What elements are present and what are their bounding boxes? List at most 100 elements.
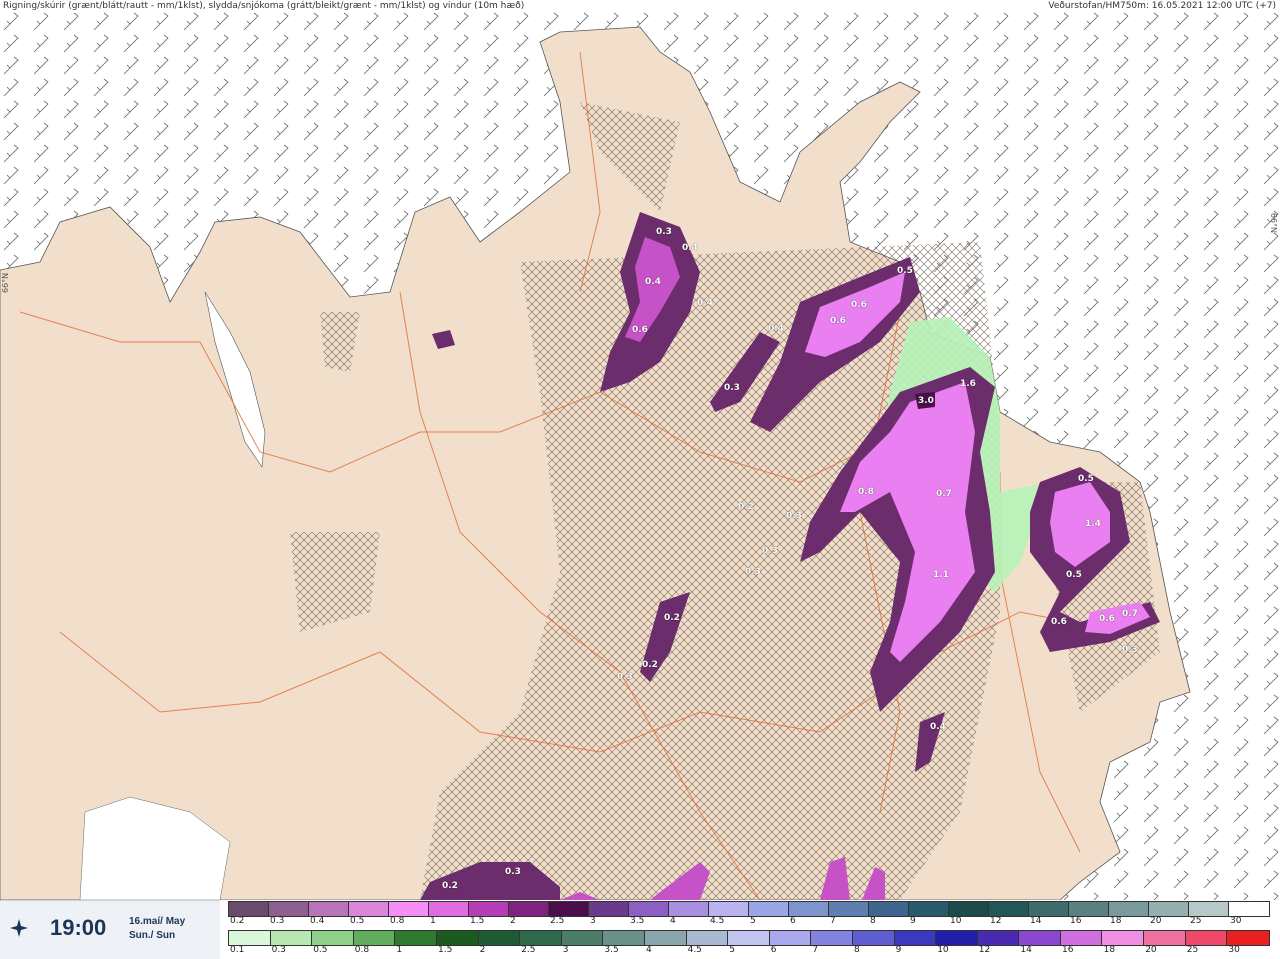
snow-scale-label: 4.5 [710, 916, 725, 926]
rain-scale-label: 12 [978, 945, 991, 955]
rain-scale-swatch [270, 931, 313, 945]
snow-scale-label: 16 [1070, 916, 1082, 926]
rain-scale-swatch [561, 931, 604, 945]
latitude-label-left: 66°N [1, 272, 10, 293]
value-label: 0.6 [1051, 617, 1067, 627]
value-label: 0.4 [645, 277, 661, 287]
value-label: 1.6 [960, 379, 976, 389]
rain-scale-label: 5 [729, 945, 735, 955]
snow-scale-label: 9 [910, 916, 916, 926]
snow-scale-label: 1 [430, 916, 436, 926]
rain-scale-label: 2.5 [521, 945, 536, 955]
rain-scale-label: 4.5 [687, 945, 702, 955]
snow-scale-label: 4 [670, 916, 676, 926]
value-label: 0.2 [664, 613, 680, 623]
rain-scale-swatch [1102, 931, 1145, 945]
rain-scale-swatch [1185, 931, 1228, 945]
snow-scale-label: 7 [830, 916, 836, 926]
snow-scale-label: 18 [1110, 916, 1122, 926]
snow-scale-swatch [909, 902, 949, 916]
value-label: 0.5 [1066, 570, 1082, 580]
rain-scale-swatch [977, 931, 1020, 945]
snow-scale-swatch [669, 902, 709, 916]
rain-scale-swatch [436, 931, 479, 945]
value-label: 0.7 [936, 489, 952, 499]
snow-scale-label: 30 [1230, 916, 1242, 926]
rain-scale-swatch [1019, 931, 1061, 945]
value-label: 0.4 [930, 722, 946, 732]
snow-scale-label: 12 [990, 916, 1002, 926]
forecast-date-line2: Sun./ Sun [129, 930, 176, 941]
rain-scale-swatch [520, 931, 562, 945]
snow-scale-swatch [789, 902, 829, 916]
map-title: Rigning/skúrir (grænt/blátt/rautt - mm/1… [3, 1, 525, 11]
snow-scale-swatch [269, 902, 309, 916]
snow-scale-label: 6 [790, 916, 796, 926]
value-label: 3.0 [918, 396, 934, 406]
snow-scale-label: 10 [950, 916, 962, 926]
snow-scale-swatch [869, 902, 909, 916]
rain-scale-label: 16 [1062, 945, 1074, 955]
forecast-date: 16.maí/ May Sun./ Sun [129, 915, 185, 943]
rain-scale-labels: 0.1 0.3 0.5 0.8 1 1.5 2 2.5 3 3.5 4 4.5 5 6 7 8 9 10 12 14 1… [228, 945, 1280, 957]
snow-scale-label: 5 [750, 916, 756, 926]
rain-scale-swatch [1060, 931, 1103, 945]
rain-scale-swatch [603, 931, 645, 945]
value-label: 0.6 [632, 325, 648, 335]
rain-scale-label: 9 [895, 945, 902, 955]
snow-scale-label: 25 [1190, 916, 1202, 926]
value-label: 0.4 [682, 243, 698, 253]
rain-scale-swatch [353, 931, 396, 945]
value-label: 0.3 [505, 867, 521, 877]
rain-scale-swatch [644, 931, 687, 945]
rain-scale-label: 0.8 [354, 945, 370, 955]
snow-scale-swatch [1149, 902, 1189, 916]
rain-scale-label: 7 [812, 945, 819, 955]
snow-scale-label: 0.8 [390, 916, 405, 926]
rain-scale-swatch [894, 931, 937, 945]
rain-scale-label: 3 [562, 945, 569, 955]
rain-scale-swatch [395, 931, 437, 945]
rain-scale-swatch [686, 931, 729, 945]
snow-scale-swatch [229, 902, 269, 916]
map-source-timestamp: Veðurstofan/HM750m: 16.05.2021 12:00 UTC… [1048, 1, 1276, 11]
snow-color-scale [228, 901, 1270, 917]
snow-scale-label: 3 [590, 916, 596, 926]
forecast-date-line1: 16.maí/ May [129, 916, 186, 927]
rain-scale-label: 18 [1103, 945, 1116, 955]
snow-scale-swatch [429, 902, 469, 916]
snow-scale-label: 2 [510, 916, 516, 926]
rain-color-scale [228, 930, 1270, 946]
snow-scale-swatch [1069, 902, 1109, 916]
value-label: 0.5 [1078, 474, 1094, 484]
snow-scale-swatch [549, 902, 589, 916]
snow-scale-label: 14 [1030, 916, 1042, 926]
snow-scale-swatch [469, 902, 509, 916]
wind-compass-icon [10, 919, 28, 937]
snow-scale-swatch [1189, 902, 1229, 916]
snow-scale-label: 1.5 [470, 916, 485, 926]
snow-scale-swatch [749, 902, 789, 916]
rain-scale-label: 10 [937, 945, 949, 955]
rain-scale-label: 8 [854, 945, 860, 955]
snow-scale-swatch [1229, 902, 1269, 916]
weather-map[interactable] [0, 12, 1280, 900]
value-label: 0.4 [768, 324, 784, 334]
value-label: 0.3 [1122, 645, 1138, 655]
snow-scale-swatch [389, 902, 429, 916]
value-label: 0.2 [442, 881, 458, 891]
rain-scale-label: 1.5 [438, 945, 453, 955]
rain-scale-label: 0.1 [230, 945, 245, 955]
snow-scale-swatch [709, 902, 749, 916]
value-label: 0.3 [617, 672, 633, 682]
value-label: 1.4 [1085, 519, 1101, 529]
rain-scale-swatch [1227, 931, 1269, 945]
value-label: 0.6 [851, 300, 867, 310]
rain-scale-swatch [1144, 931, 1186, 945]
value-label: 0.7 [1122, 609, 1138, 619]
value-label: 0.3 [656, 227, 672, 237]
snow-scale-label: 8 [870, 916, 876, 926]
snow-scale-label: 0.4 [310, 916, 325, 926]
value-label: 0.2 [738, 502, 754, 512]
value-label: 0.6 [830, 316, 846, 326]
